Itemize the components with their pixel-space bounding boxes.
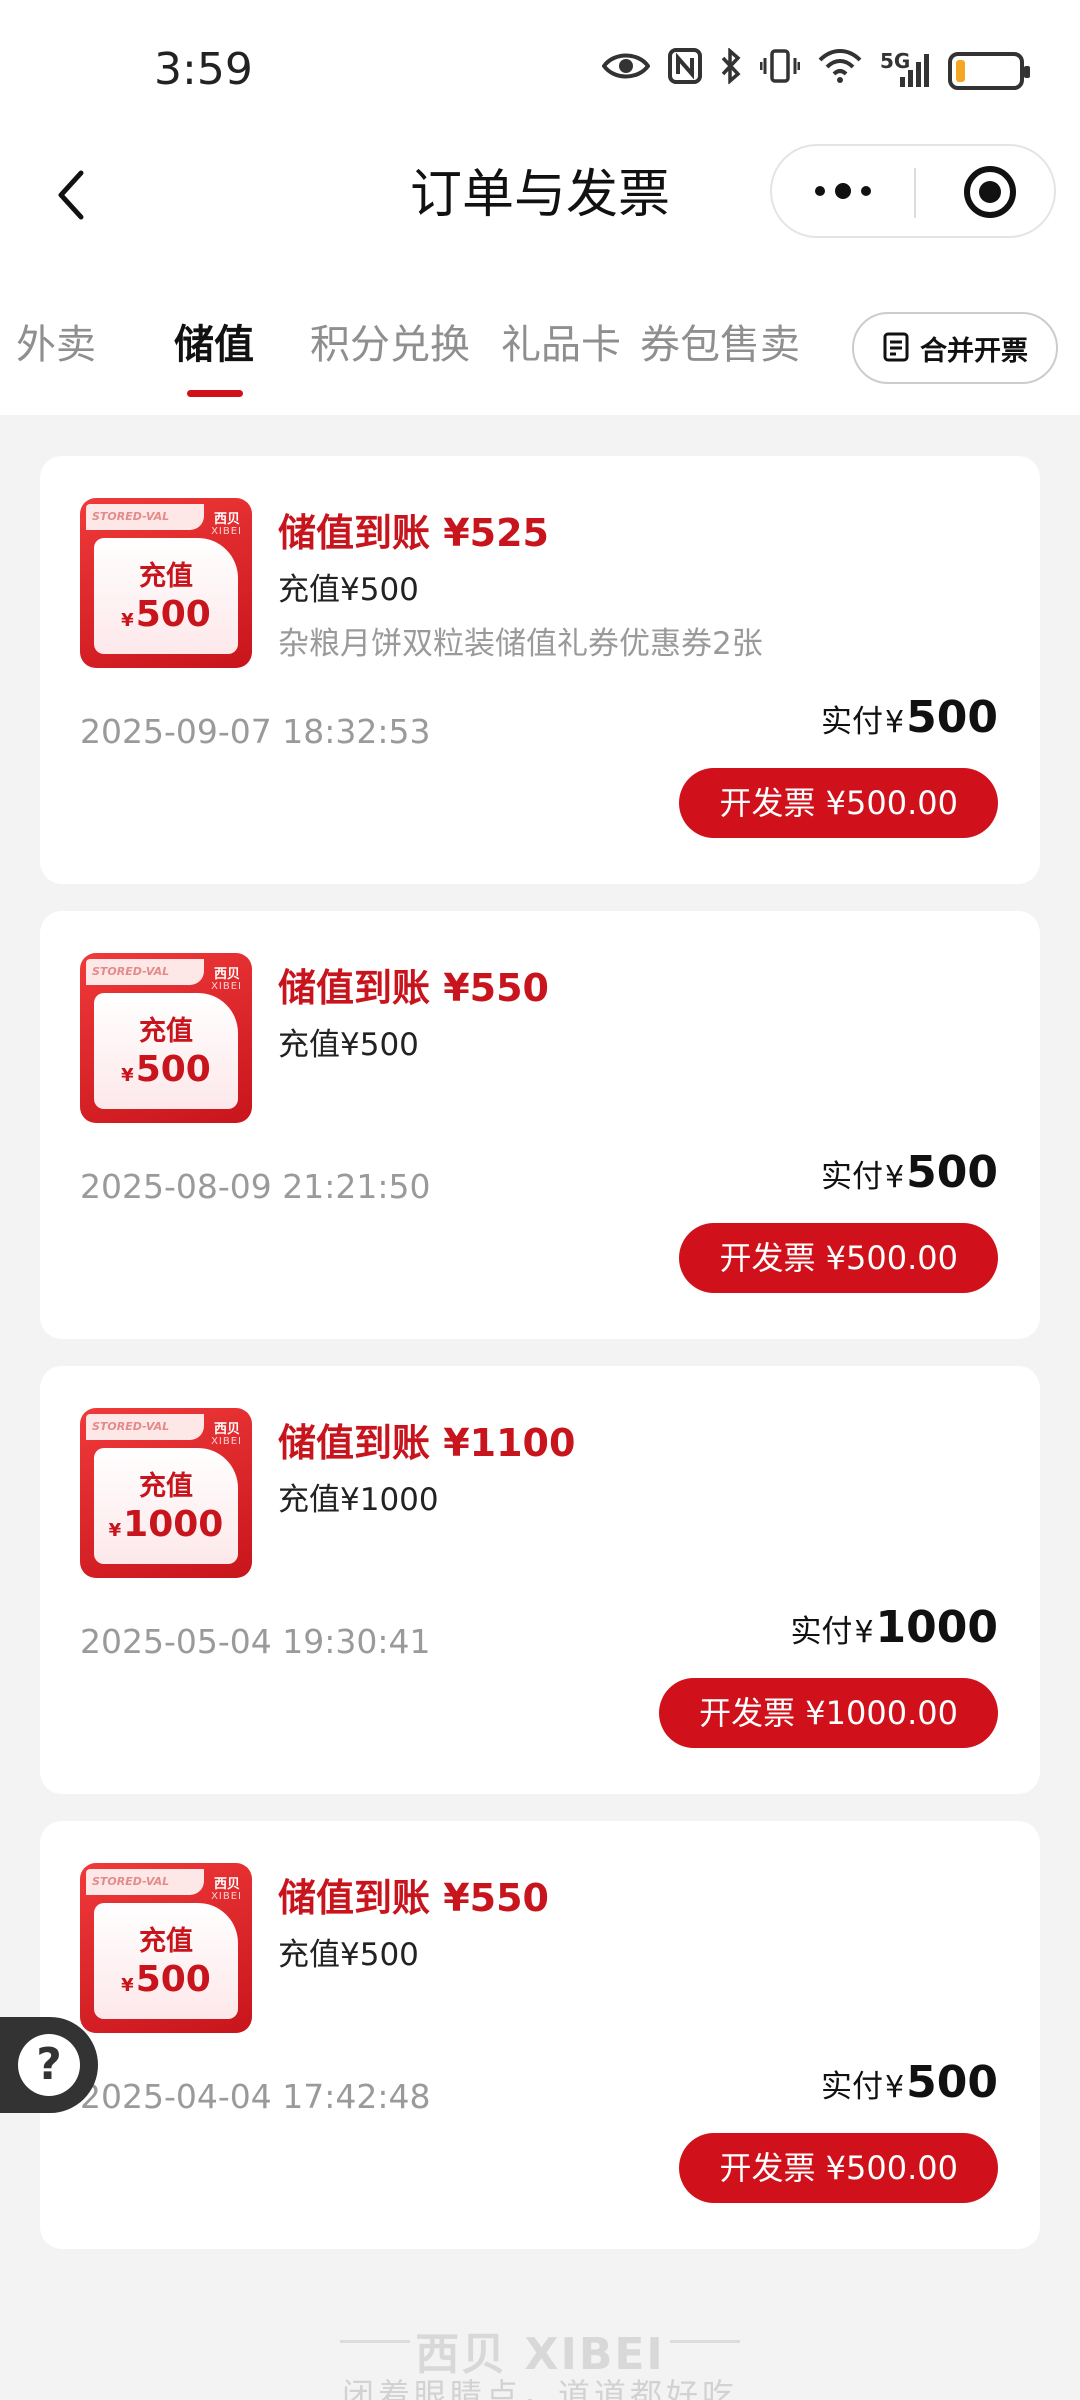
help-float-button[interactable]: ? xyxy=(0,2017,98,2113)
tabs-bar: 外卖 储值 积分兑换 礼品卡 券包售卖 合并开票 xyxy=(0,250,1080,415)
thumb-currency: ¥ xyxy=(121,610,134,631)
nav-bar: 订单与发票 xyxy=(0,140,1080,250)
paid-currency: ¥ xyxy=(885,2070,905,2105)
question-icon: ? xyxy=(18,2034,80,2096)
stored-value-thumbnail: STORED-VAL 西贝 XIBEI 充值 ¥500 xyxy=(80,1863,252,2033)
order-date: 2025-08-09 21:21:50 xyxy=(80,1167,431,1206)
tab-coupon-pack[interactable]: 券包售卖 xyxy=(640,320,800,370)
order-subtitle: 充值¥500 xyxy=(278,1027,419,1063)
order-date: 2025-05-04 19:30:41 xyxy=(80,1622,431,1661)
thumb-amount: 500 xyxy=(135,1049,211,1090)
stored-value-thumbnail: STORED-VAL 西贝 XIBEI 充值 ¥500 xyxy=(80,498,252,668)
order-title: 储值到账 ¥550 xyxy=(278,966,549,1010)
thumb-brand-en: XIBEI xyxy=(211,1436,242,1447)
capsule-divider xyxy=(914,168,916,218)
paid-value: 500 xyxy=(906,692,998,743)
order-date: 2025-04-04 17:42:48 xyxy=(80,2077,431,2116)
order-title: 储值到账 ¥525 xyxy=(278,511,549,555)
order-date: 2025-09-07 18:32:53 xyxy=(80,712,431,751)
order-title: 储值到账 ¥1100 xyxy=(278,1421,576,1465)
tab-stored-value[interactable]: 储值 xyxy=(174,320,254,370)
paid-label: 实付 xyxy=(821,2069,884,2105)
thumb-currency: ¥ xyxy=(108,1520,122,1541)
vibrate-icon xyxy=(759,48,801,93)
thumb-amount: 500 xyxy=(135,1959,211,2000)
paid-amount: 实付 ¥500 xyxy=(821,1147,998,1198)
status-icons: 5G xyxy=(601,47,1030,93)
issue-invoice-button[interactable]: 开发票 ¥500.00 xyxy=(679,1223,998,1293)
status-time: 3:59 xyxy=(154,44,253,95)
paid-value: 1000 xyxy=(875,1602,998,1653)
thumb-amount: 500 xyxy=(135,594,211,635)
status-bar: 3:59 5G xyxy=(0,0,1080,140)
more-button[interactable] xyxy=(772,146,914,236)
thumb-brand-cn: 西贝 xyxy=(213,1422,240,1437)
thumb-brand-cn: 西贝 xyxy=(213,967,240,982)
battery-icon xyxy=(948,51,1030,90)
paid-currency: ¥ xyxy=(854,1615,874,1650)
tab-takeout[interactable]: 外卖 xyxy=(16,320,96,370)
miniprogram-capsule xyxy=(770,144,1056,238)
eye-icon xyxy=(601,50,651,91)
order-subtitle: 充值¥1000 xyxy=(278,1482,439,1518)
thumb-currency: ¥ xyxy=(121,1975,134,1996)
order-subtitle: 充值¥500 xyxy=(278,1937,419,1973)
merge-invoice-label: 合并开票 xyxy=(920,335,1028,367)
thumb-brand-cn: 西贝 xyxy=(213,512,240,527)
paid-currency: ¥ xyxy=(885,705,905,740)
bluetooth-icon xyxy=(720,47,742,93)
thumb-brand-cn: 西贝 xyxy=(213,1877,240,1892)
thumb-ribbon: STORED-VAL xyxy=(86,504,204,530)
thumb-label: 充值 xyxy=(139,1471,193,1502)
issue-invoice-button[interactable]: 开发票 ¥500.00 xyxy=(679,768,998,838)
stored-value-thumbnail: STORED-VAL 西贝 XIBEI 充值 ¥500 xyxy=(80,953,252,1123)
tab-gift-card[interactable]: 礼品卡 xyxy=(501,320,621,370)
thumb-brand-en: XIBEI xyxy=(211,981,242,992)
order-card[interactable]: STORED-VAL 西贝 XIBEI 充值 ¥500 储值到账 ¥550 充值… xyxy=(40,1821,1040,2249)
close-miniprogram-button[interactable] xyxy=(964,166,1016,218)
paid-label: 实付 xyxy=(790,1614,853,1650)
thumb-currency: ¥ xyxy=(121,1065,134,1086)
stored-value-thumbnail: STORED-VAL 西贝 XIBEI 充值 ¥1000 xyxy=(80,1408,252,1578)
thumb-brand-en: XIBEI xyxy=(211,1891,242,1902)
paid-amount: 实付 ¥1000 xyxy=(790,1602,998,1653)
order-card[interactable]: STORED-VAL 西贝 XIBEI 充值 ¥500 储值到账 ¥550 充值… xyxy=(40,911,1040,1339)
issue-invoice-button[interactable]: 开发票 ¥500.00 xyxy=(679,2133,998,2203)
issue-invoice-button[interactable]: 开发票 ¥1000.00 xyxy=(659,1678,998,1748)
thumb-label: 充值 xyxy=(139,1016,193,1047)
order-title: 储值到账 ¥550 xyxy=(278,1876,549,1920)
tab-points-exchange[interactable]: 积分兑换 xyxy=(310,320,470,370)
paid-amount: 实付 ¥500 xyxy=(821,2057,998,2108)
order-card[interactable]: STORED-VAL 西贝 XIBEI 充值 ¥1000 储值到账 ¥1100 … xyxy=(40,1366,1040,1794)
thumb-label: 充值 xyxy=(139,561,193,592)
paid-value: 500 xyxy=(906,1147,998,1198)
active-tab-indicator xyxy=(187,390,243,397)
thumb-ribbon: STORED-VAL xyxy=(86,959,204,985)
paid-currency: ¥ xyxy=(885,1160,905,1195)
merge-invoice-button[interactable]: 合并开票 xyxy=(852,312,1058,384)
paid-label: 实付 xyxy=(821,1159,884,1195)
order-card[interactable]: STORED-VAL 西贝 XIBEI 充值 ¥500 储值到账 ¥525 充值… xyxy=(40,456,1040,884)
nfc-icon xyxy=(668,48,702,93)
wifi-icon xyxy=(818,48,862,93)
thumb-ribbon: STORED-VAL xyxy=(86,1869,204,1895)
paid-amount: 实付 ¥500 xyxy=(821,692,998,743)
paid-label: 实付 xyxy=(821,704,884,740)
signal-5g-icon: 5G xyxy=(880,51,930,91)
thumb-label: 充值 xyxy=(139,1926,193,1957)
order-extra: 杂粮月饼双粒装储值礼券优惠券2张 xyxy=(278,626,763,662)
order-subtitle: 充值¥500 xyxy=(278,572,419,608)
thumb-brand-en: XIBEI xyxy=(211,526,242,537)
battery-level xyxy=(956,59,965,82)
footer-slogan: 闭着眼睛点，道道都好吃 xyxy=(341,2376,738,2400)
thumb-amount: 1000 xyxy=(123,1504,224,1545)
thumb-ribbon: STORED-VAL xyxy=(86,1414,204,1440)
invoice-doc-icon xyxy=(883,332,909,362)
paid-value: 500 xyxy=(906,2057,998,2108)
